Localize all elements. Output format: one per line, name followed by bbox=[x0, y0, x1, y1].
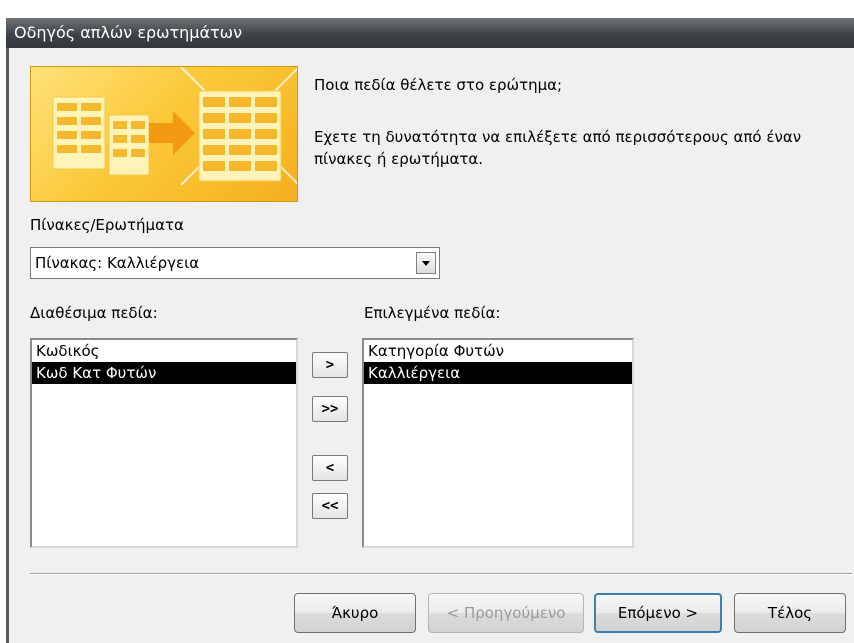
wizard-question: Ποια πεδία θέλετε στο ερώτημα; bbox=[314, 76, 563, 94]
back-button[interactable]: < Προηγούμενο bbox=[428, 593, 584, 633]
next-button[interactable]: Επόμενο > bbox=[594, 593, 722, 633]
footer-divider bbox=[30, 573, 852, 575]
list-item-selected[interactable]: Καλλιέργεια bbox=[364, 362, 632, 384]
available-fields-label: Διαθέσιμα πεδία: bbox=[30, 304, 158, 322]
list-item[interactable]: Κωδικός bbox=[32, 340, 296, 362]
window-title: Οδηγός απλών ερωτημάτων bbox=[6, 18, 854, 48]
tables-queries-combobox[interactable]: Πίνακας: Καλλιέργεια bbox=[30, 247, 440, 279]
add-all-fields-button[interactable]: >> bbox=[312, 396, 348, 422]
selected-fields-label: Επιλεγμένα πεδία: bbox=[364, 304, 501, 322]
finish-button[interactable]: Τέλος bbox=[734, 593, 846, 633]
list-item-selected[interactable]: Κωδ Κατ Φυτών bbox=[32, 362, 296, 384]
list-item[interactable]: Κατηγορία Φυτών bbox=[364, 340, 632, 362]
selected-fields-list[interactable]: Κατηγορία Φυτών Καλλιέργεια bbox=[362, 338, 634, 548]
remove-field-button[interactable]: < bbox=[312, 455, 348, 481]
table-transfer-icon bbox=[52, 67, 297, 186]
wizard-description: Εχετε τη δυνατότητα να επιλέξετε από περ… bbox=[314, 128, 802, 168]
wizard-banner-image bbox=[30, 66, 298, 202]
tables-queries-value: Πίνακας: Καλλιέργεια bbox=[35, 254, 200, 272]
cancel-button[interactable]: Άκυρο bbox=[294, 593, 416, 633]
add-field-button[interactable]: > bbox=[312, 352, 348, 378]
available-fields-list[interactable]: Κωδικός Κωδ Κατ Φυτών bbox=[30, 338, 298, 548]
chevron-down-icon[interactable] bbox=[416, 252, 436, 274]
remove-all-fields-button[interactable]: << bbox=[312, 493, 348, 519]
tables-queries-label: Πίνακες/Ερωτήματα bbox=[30, 216, 184, 234]
